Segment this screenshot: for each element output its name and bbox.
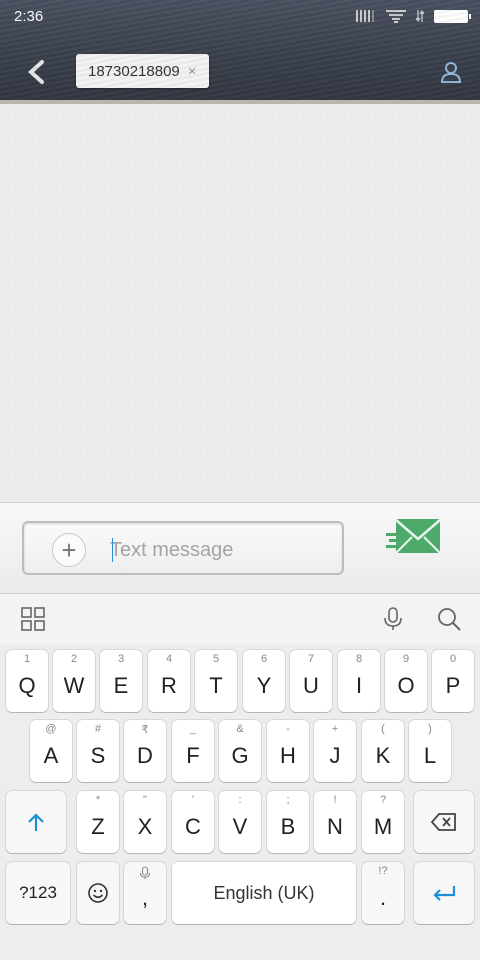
key-k[interactable]: (K xyxy=(362,720,404,782)
conversation-area xyxy=(0,104,480,502)
keyboard: 1Q 2W 3E 4R 5T 6Y 7U 8I 9O 0P @ A # S ₹ D _… xyxy=(0,594,480,960)
key-g[interactable]: & G xyxy=(219,720,261,782)
key-c[interactable]: ' C xyxy=(172,791,214,853)
compose-field[interactable]: + xyxy=(22,521,344,575)
key-n[interactable]: ! N xyxy=(314,791,356,853)
key-o[interactable]: 9O xyxy=(385,650,427,712)
key-e[interactable]: 3E xyxy=(100,650,142,712)
key-a[interactable]: @ A xyxy=(30,720,72,782)
key-j[interactable]: + J xyxy=(314,720,356,782)
enter-key[interactable] xyxy=(414,862,474,924)
key-p[interactable]: 0P xyxy=(432,650,474,712)
comma-key[interactable]: , xyxy=(124,862,166,924)
key-l[interactable]: ) L xyxy=(409,720,451,782)
key-i[interactable]: 8I xyxy=(338,650,380,712)
status-icons xyxy=(356,9,471,23)
key-v[interactable]: :V xyxy=(219,791,261,853)
signal-icon xyxy=(356,10,374,22)
microphone-icon[interactable] xyxy=(380,606,406,632)
key-t[interactable]: 5T xyxy=(195,650,237,712)
wifi-icon xyxy=(386,10,406,23)
key-x[interactable]: " X xyxy=(124,791,166,853)
key-q[interactable]: 1Q xyxy=(6,650,48,712)
contact-icon[interactable] xyxy=(440,60,462,84)
battery-icon xyxy=(434,9,471,23)
grid-icon[interactable] xyxy=(20,606,46,632)
key-f[interactable]: _ F xyxy=(172,720,214,782)
shift-arrow-icon xyxy=(28,813,44,831)
key-s[interactable]: # S xyxy=(77,720,119,782)
back-button[interactable] xyxy=(22,58,50,86)
add-attachment-button[interactable]: + xyxy=(52,533,86,567)
chip-close-icon[interactable]: × xyxy=(188,63,197,80)
key-m[interactable]: ? M xyxy=(362,791,404,853)
enter-icon xyxy=(433,886,456,901)
period-key[interactable]: !?. xyxy=(362,862,404,924)
backspace-icon xyxy=(430,813,456,831)
app-header: 2:36 18730218809 × xyxy=(0,0,480,104)
key-d[interactable]: ₹ D xyxy=(124,720,166,782)
compose-bar: + xyxy=(0,502,480,594)
key-z[interactable]: * Z xyxy=(77,791,119,853)
send-button[interactable] xyxy=(386,515,444,559)
recipient-chip[interactable]: 18730218809 × xyxy=(76,54,209,88)
keyboard-toolbar xyxy=(0,594,480,644)
search-icon[interactable] xyxy=(436,606,462,632)
status-time: 2:36 xyxy=(14,8,44,25)
key-b[interactable]: ; B xyxy=(267,791,309,853)
emoji-key[interactable] xyxy=(77,862,119,924)
key-y[interactable]: 6Y xyxy=(243,650,285,712)
recipient-number: 18730218809 xyxy=(88,62,180,80)
sync-icon xyxy=(416,9,424,23)
key-u[interactable]: 7U xyxy=(290,650,332,712)
space-key[interactable]: English (UK) xyxy=(172,862,356,924)
symbols-key[interactable]: ?123 xyxy=(6,862,70,924)
text-cursor xyxy=(112,538,113,562)
message-input[interactable] xyxy=(110,535,330,565)
key-h[interactable]: -H xyxy=(267,720,309,782)
shift-key[interactable] xyxy=(6,791,66,853)
key-w[interactable]: 2W xyxy=(53,650,95,712)
smiley-icon xyxy=(88,883,108,903)
mic-hint-icon xyxy=(139,866,151,879)
backspace-key[interactable] xyxy=(414,791,474,853)
key-r[interactable]: 4R xyxy=(148,650,190,712)
